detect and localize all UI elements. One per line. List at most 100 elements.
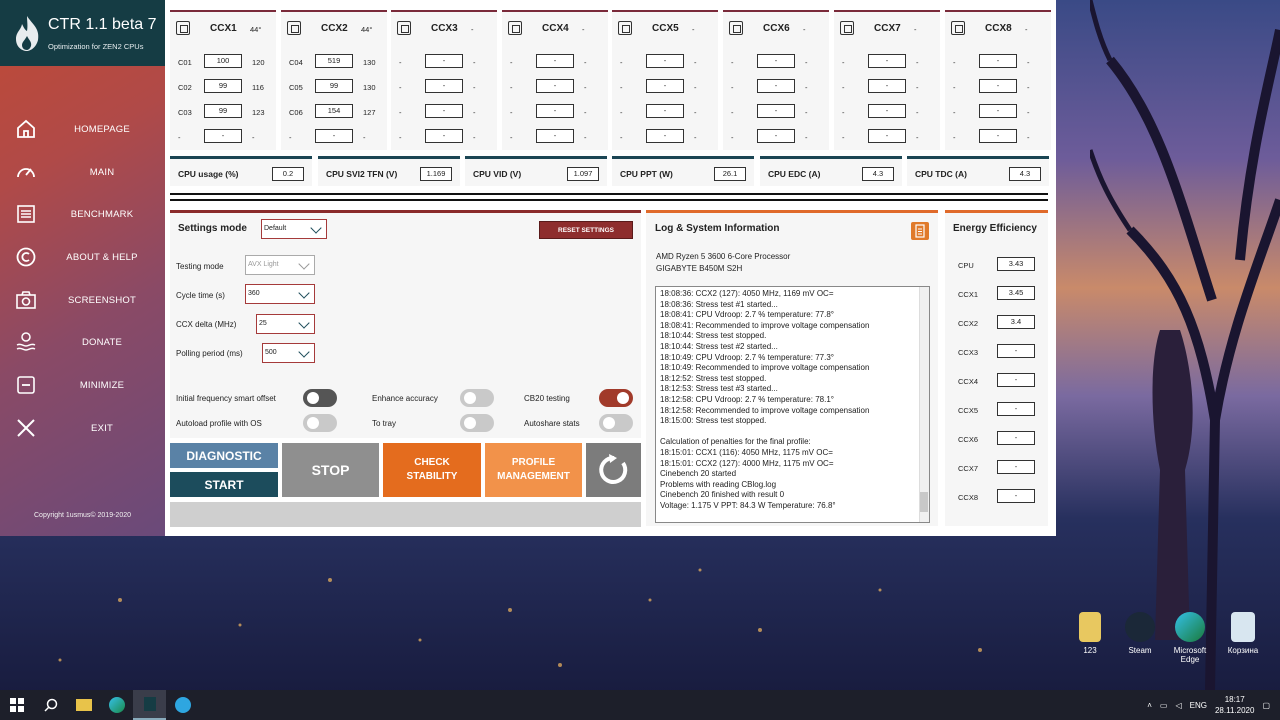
- sidebar-item-main[interactable]: MAIN: [0, 152, 165, 192]
- core-row: ---: [834, 104, 940, 120]
- settings-mode-select[interactable]: Default: [261, 219, 327, 239]
- core-frequency-field[interactable]: 99: [204, 79, 242, 93]
- energy-value-field[interactable]: -: [997, 373, 1035, 387]
- desktop-icon-edge[interactable]: Microsoft Edge: [1165, 612, 1215, 664]
- edge-taskbar-button[interactable]: [100, 690, 133, 720]
- sidebar-item-homepage[interactable]: HOMEPAGE: [0, 109, 165, 149]
- core-frequency-field[interactable]: -: [536, 104, 574, 118]
- energy-value-field[interactable]: 3.45: [997, 286, 1035, 300]
- sidebar-item-about-help[interactable]: ABOUT & HELP: [0, 237, 165, 277]
- sidebar-item-benchmark[interactable]: BENCHMARK: [0, 194, 165, 234]
- core-frequency-field[interactable]: -: [979, 54, 1017, 68]
- energy-value-field[interactable]: 3.43: [997, 257, 1035, 271]
- log-line: Problems with reading CBlog.log: [660, 479, 777, 489]
- check-stability-button[interactable]: CHECK STABILITY: [383, 443, 481, 497]
- start-button[interactable]: START: [170, 472, 278, 497]
- core-row: ---: [391, 54, 497, 70]
- testing-mode-select[interactable]: AVX Light: [245, 255, 315, 275]
- stat-value[interactable]: 1.169: [420, 167, 452, 181]
- core-frequency-field[interactable]: 99: [204, 104, 242, 118]
- stat-value[interactable]: 4.3: [1009, 167, 1041, 181]
- autoshare-stats-toggle[interactable]: [599, 414, 633, 432]
- core-frequency-field[interactable]: 99: [315, 79, 353, 93]
- log-document-icon[interactable]: [911, 222, 929, 240]
- core-frequency-field[interactable]: -: [646, 79, 684, 93]
- core-frequency-field[interactable]: -: [868, 54, 906, 68]
- notifications-icon[interactable]: ▢: [1262, 701, 1270, 710]
- chevron-up-icon[interactable]: ˄: [1147, 701, 1152, 710]
- core-frequency-field[interactable]: -: [536, 54, 574, 68]
- core-frequency-field[interactable]: -: [979, 104, 1017, 118]
- energy-value-field[interactable]: -: [997, 402, 1035, 416]
- desktop-icon-steam[interactable]: Steam: [1115, 612, 1165, 655]
- core-frequency-field[interactable]: -: [425, 79, 463, 93]
- enhance-accuracy-label: Enhance accuracy: [372, 394, 438, 403]
- to-tray-toggle[interactable]: [460, 414, 494, 432]
- language-indicator[interactable]: ENG: [1190, 701, 1207, 710]
- start-menu-button[interactable]: [0, 690, 34, 720]
- refresh-button[interactable]: [586, 443, 641, 497]
- sidebar-item-donate[interactable]: DONATE: [0, 322, 165, 362]
- log-scrollbar[interactable]: [919, 287, 929, 522]
- core-frequency-field[interactable]: 100: [204, 54, 242, 68]
- stat-value[interactable]: 4.3: [862, 167, 894, 181]
- scrollbar-thumb[interactable]: [920, 492, 928, 512]
- telegram-taskbar-button[interactable]: [166, 690, 199, 720]
- core-frequency-field[interactable]: -: [646, 54, 684, 68]
- cb20-testing-toggle[interactable]: [599, 389, 633, 407]
- sidebar-item-minimize[interactable]: MINIMIZE: [0, 365, 165, 405]
- network-icon[interactable]: ▭: [1160, 701, 1168, 710]
- core-frequency-field[interactable]: -: [757, 129, 795, 143]
- sidebar-item-screenshot[interactable]: SCREENSHOT: [0, 280, 165, 320]
- core-frequency-field[interactable]: -: [315, 129, 353, 143]
- energy-value-field[interactable]: -: [997, 344, 1035, 358]
- energy-value-field[interactable]: -: [997, 460, 1035, 474]
- energy-value-field[interactable]: -: [997, 489, 1035, 503]
- core-frequency-field[interactable]: -: [757, 79, 795, 93]
- energy-value-field[interactable]: -: [997, 431, 1035, 445]
- core-frequency-field[interactable]: -: [757, 54, 795, 68]
- core-frequency-field[interactable]: 519: [315, 54, 353, 68]
- core-frequency-field[interactable]: -: [757, 104, 795, 118]
- polling-period-select[interactable]: 500: [262, 343, 315, 363]
- core-frequency-field[interactable]: -: [536, 79, 574, 93]
- core-frequency-field[interactable]: -: [979, 79, 1017, 93]
- profile-management-button[interactable]: PROFILE MANAGEMENT: [485, 443, 582, 497]
- stat-value[interactable]: 1.097: [567, 167, 599, 181]
- reset-settings-button[interactable]: RESET SETTINGS: [539, 221, 633, 239]
- cycle-time-select[interactable]: 360: [245, 284, 315, 304]
- ctr-taskbar-button[interactable]: [133, 690, 166, 720]
- stat-value[interactable]: 26.1: [714, 167, 746, 181]
- stat-label: CPU VID (V): [473, 169, 522, 179]
- stat-value[interactable]: 0.2: [272, 167, 304, 181]
- log-textarea[interactable]: 18:08:36: CCX2 (127): 4050 MHz, 1169 mV …: [655, 286, 930, 523]
- core-frequency-field[interactable]: -: [979, 129, 1017, 143]
- core-frequency-field[interactable]: 154: [315, 104, 353, 118]
- core-frequency-field[interactable]: -: [425, 129, 463, 143]
- core-frequency-field[interactable]: -: [425, 54, 463, 68]
- energy-value-field[interactable]: 3.4: [997, 315, 1035, 329]
- smart-offset-toggle[interactable]: [303, 389, 337, 407]
- core-frequency-field[interactable]: -: [646, 104, 684, 118]
- stop-button[interactable]: STOP: [282, 443, 379, 497]
- core-frequency-field[interactable]: -: [536, 129, 574, 143]
- ccx-delta-select[interactable]: 25: [256, 314, 315, 334]
- sidebar-item-exit[interactable]: EXIT: [0, 408, 165, 448]
- core-frequency-field[interactable]: -: [868, 129, 906, 143]
- autoload-profile-toggle[interactable]: [303, 414, 337, 432]
- core-frequency-field[interactable]: -: [646, 129, 684, 143]
- desktop-icon-folder[interactable]: 123: [1065, 612, 1115, 655]
- clock[interactable]: 18:17 28.11.2020: [1215, 694, 1254, 716]
- core-max-value: -: [805, 133, 808, 142]
- core-frequency-field[interactable]: -: [868, 79, 906, 93]
- file-explorer-button[interactable]: [67, 690, 100, 720]
- search-button[interactable]: [34, 690, 67, 720]
- core-frequency-field[interactable]: -: [425, 104, 463, 118]
- enhance-accuracy-toggle[interactable]: [460, 389, 494, 407]
- desktop-icon-recycle-bin[interactable]: Корзина: [1218, 612, 1268, 655]
- diagnostic-button[interactable]: DIAGNOSTIC: [170, 443, 278, 468]
- core-label: -: [842, 133, 845, 142]
- volume-icon[interactable]: ◁: [1175, 701, 1181, 710]
- core-frequency-field[interactable]: -: [868, 104, 906, 118]
- core-frequency-field[interactable]: -: [204, 129, 242, 143]
